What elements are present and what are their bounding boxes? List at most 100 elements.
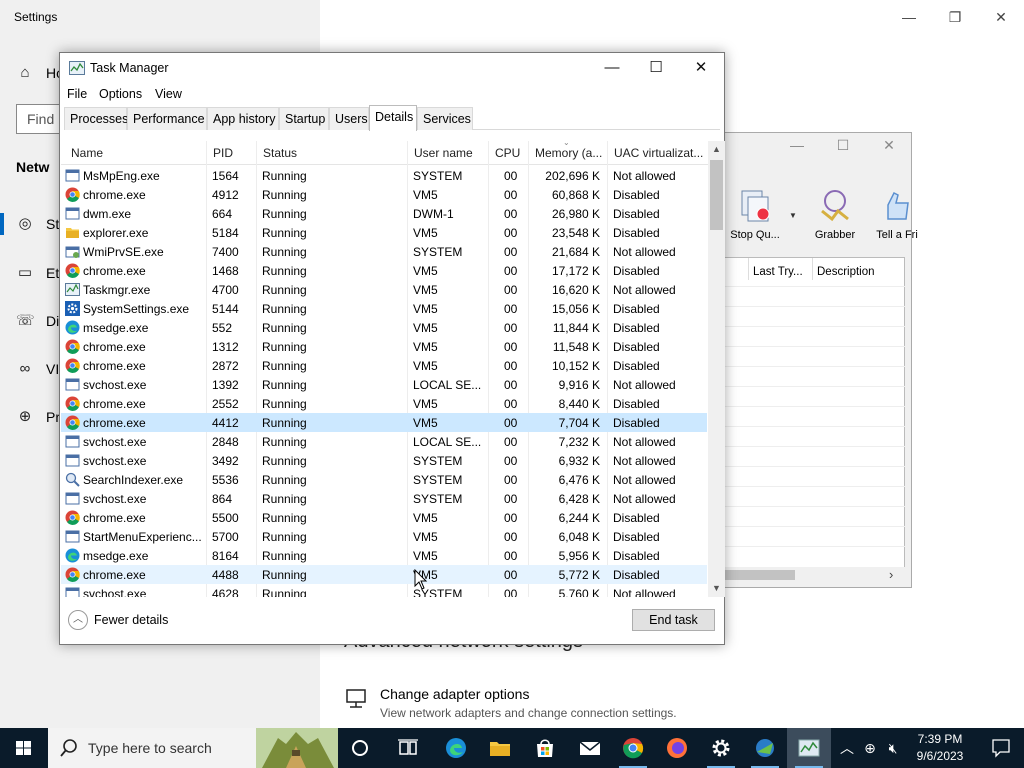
- stop-queue-label: Stop Qu...: [730, 229, 780, 241]
- process-cpu: 00: [504, 416, 518, 430]
- taskbar-firefox[interactable]: [655, 728, 699, 768]
- vertical-scroll-thumb[interactable]: [710, 160, 723, 230]
- column-cpu[interactable]: CPU: [488, 141, 528, 165]
- process-pid: 864: [212, 492, 233, 506]
- column-uac-virtualization[interactable]: UAC virtualizat...: [607, 141, 709, 165]
- menu-options[interactable]: Options: [99, 87, 142, 101]
- table-row[interactable]: msedge.exe 552 Running VM5 00 11,844 K Disable…: [61, 318, 707, 337]
- process-status: Running: [262, 340, 307, 354]
- tm-minimize-button[interactable]: —: [589, 53, 635, 83]
- bgapp-minimize-button[interactable]: —: [777, 137, 817, 153]
- sidebar-item-status[interactable]: St: [46, 215, 59, 233]
- taskbar-edge[interactable]: [434, 728, 478, 768]
- scroll-down-arrow-icon[interactable]: ▼: [708, 580, 725, 597]
- scroll-right-arrow-icon[interactable]: ›: [889, 567, 893, 582]
- table-row[interactable]: chrome.exe 4488 Running VM5 00 5,772 K Disable…: [61, 565, 707, 584]
- tell-a-friend-button[interactable]: Tell a Fri: [867, 189, 927, 247]
- table-row[interactable]: StartMenuExperienc... 5700 Running VM5 00 6,0…: [61, 527, 707, 546]
- table-row[interactable]: svchost.exe 2848 Running LOCAL SE... 00 7,232…: [61, 432, 707, 451]
- table-row[interactable]: svchost.exe 864 Running SYSTEM 00 6,428 K Not …: [61, 489, 707, 508]
- table-row[interactable]: chrome.exe 1468 Running VM5 00 17,172 K Disabl…: [61, 261, 707, 280]
- tray-overflow-chevron-icon[interactable]: ︿: [838, 739, 856, 757]
- table-row[interactable]: MsMpEng.exe 1564 Running SYSTEM 00 202,696 K N…: [61, 166, 707, 185]
- menu-view[interactable]: View: [155, 87, 182, 101]
- grid-header: Name PID Status User name CPU Memory (a.…: [61, 141, 709, 165]
- table-row[interactable]: chrome.exe 1312 Running VM5 00 11,548 K Disabl…: [61, 337, 707, 356]
- tab-performance[interactable]: Performance: [127, 107, 207, 130]
- bgapp-column-last-try[interactable]: Last Try...: [749, 258, 813, 280]
- vertical-scrollbar[interactable]: ▲ ▼: [708, 141, 725, 597]
- process-user: VM5: [413, 549, 438, 563]
- network-globe-icon[interactable]: ⊕: [861, 739, 879, 757]
- taskbar-clock[interactable]: 7:39 PM 9/6/2023: [904, 731, 976, 765]
- tab-details[interactable]: Details: [369, 105, 417, 131]
- process-user: VM5: [413, 264, 438, 278]
- process-memory: 21,684 K: [551, 245, 600, 259]
- start-button[interactable]: [0, 728, 48, 768]
- sidebar-item-ethernet[interactable]: Et: [46, 264, 59, 282]
- details-grid[interactable]: Name PID Status User name CPU Memory (a.…: [61, 141, 725, 597]
- sidebar-item-proxy[interactable]: Pr: [46, 408, 60, 426]
- bgapp-list-divider: [723, 306, 905, 307]
- column-name[interactable]: Name: [61, 141, 206, 165]
- table-row[interactable]: chrome.exe 2552 Running VM5 00 8,440 K Disable…: [61, 394, 707, 413]
- table-row[interactable]: SearchIndexer.exe 5536 Running SYSTEM 00 6,47…: [61, 470, 707, 489]
- table-row[interactable]: svchost.exe 1392 Running LOCAL SE... 00 9,916…: [61, 375, 707, 394]
- tab-processes[interactable]: Processes: [64, 107, 128, 130]
- bgapp-list-view[interactable]: Last Try... Description: [723, 257, 905, 573]
- task-manager-titlebar[interactable]: Task Manager — ☐ ✕: [60, 53, 724, 83]
- taskbar-chrome[interactable]: [611, 728, 655, 768]
- column-user-name[interactable]: User name: [407, 141, 488, 165]
- table-row[interactable]: chrome.exe 5500 Running VM5 00 6,244 K Disable…: [61, 508, 707, 527]
- table-row[interactable]: Taskmgr.exe 4700 Running VM5 00 16,620 K Not a…: [61, 280, 707, 299]
- table-row[interactable]: explorer.exe 5184 Running VM5 00 23,548 K Disa…: [61, 223, 707, 242]
- table-row[interactable]: svchost.exe 3492 Running SYSTEM 00 6,932 K Not…: [61, 451, 707, 470]
- process-cpu: 00: [504, 245, 518, 259]
- taskbar-task-view[interactable]: [386, 728, 430, 768]
- settings-restore-button[interactable]: ❐: [932, 6, 978, 28]
- table-row[interactable]: dwm.exe 664 Running DWM-1 00 26,980 K Disabled: [61, 204, 707, 223]
- taskbar-file-explorer[interactable]: [478, 728, 522, 768]
- tm-close-button[interactable]: ✕: [678, 53, 724, 83]
- table-row[interactable]: msedge.exe 8164 Running VM5 00 5,956 K Disable…: [61, 546, 707, 565]
- volume-muted-icon[interactable]: 🔇︎: [884, 739, 902, 757]
- taskbar-search-box[interactable]: Type here to search: [48, 728, 338, 768]
- table-row[interactable]: SystemSettings.exe 5144 Running VM5 00 15,056…: [61, 299, 707, 318]
- tm-maximize-button[interactable]: ☐: [633, 53, 679, 83]
- taskbar-mail[interactable]: [568, 728, 612, 768]
- change-adapter-options-link[interactable]: Change adapter options: [380, 686, 529, 702]
- tab-users[interactable]: Users: [329, 107, 369, 130]
- taskbar-cortana[interactable]: [338, 728, 382, 768]
- taskbar-network-app[interactable]: [743, 728, 787, 768]
- gear-icon: [65, 301, 80, 316]
- table-row[interactable]: WmiPrvSE.exe 7400 Running SYSTEM 00 21,684 K N…: [61, 242, 707, 261]
- table-row[interactable]: chrome.exe 2872 Running VM5 00 10,152 K Disabl…: [61, 356, 707, 375]
- grabber-button[interactable]: Grabber: [805, 189, 865, 247]
- bgapp-column-description[interactable]: Description: [813, 258, 905, 280]
- column-pid[interactable]: PID: [206, 141, 256, 165]
- bgapp-maximize-button[interactable]: ☐: [823, 137, 863, 154]
- tab-services[interactable]: Services: [417, 107, 473, 130]
- scroll-up-arrow-icon[interactable]: ▲: [708, 141, 725, 158]
- stop-queue-dropdown-icon[interactable]: ▼: [789, 211, 797, 220]
- taskbar-settings[interactable]: [699, 728, 743, 768]
- stop-queue-button[interactable]: Stop Qu...: [725, 189, 785, 247]
- sidebar-item-dialup[interactable]: Di: [46, 312, 59, 330]
- tab-startup[interactable]: Startup: [279, 107, 329, 130]
- end-task-button[interactable]: End task: [632, 609, 715, 631]
- sidebar-item-vpn[interactable]: VI: [46, 360, 59, 378]
- table-row[interactable]: chrome.exe 4912 Running VM5 00 60,868 K Disabl…: [61, 185, 707, 204]
- column-status[interactable]: Status: [256, 141, 407, 165]
- bgapp-horizontal-scrollbar[interactable]: ›: [723, 567, 905, 583]
- menu-file[interactable]: File: [67, 87, 87, 101]
- notification-center-button[interactable]: [978, 728, 1024, 768]
- taskbar-task-manager[interactable]: [787, 728, 831, 768]
- bgapp-close-button[interactable]: ✕: [869, 137, 909, 154]
- settings-close-button[interactable]: ✕: [978, 6, 1024, 28]
- settings-minimize-button[interactable]: —: [886, 6, 932, 28]
- table-row[interactable]: svchost.exe 4628 Running SYSTEM 00 5,760 K Not…: [61, 584, 707, 597]
- taskbar-store[interactable]: [523, 728, 567, 768]
- bgapp-scroll-thumb[interactable]: [723, 570, 795, 580]
- tab-app-history[interactable]: App history: [207, 107, 279, 130]
- table-row[interactable]: chrome.exe 4412 Running VM5 00 7,704 K Disable…: [61, 413, 707, 432]
